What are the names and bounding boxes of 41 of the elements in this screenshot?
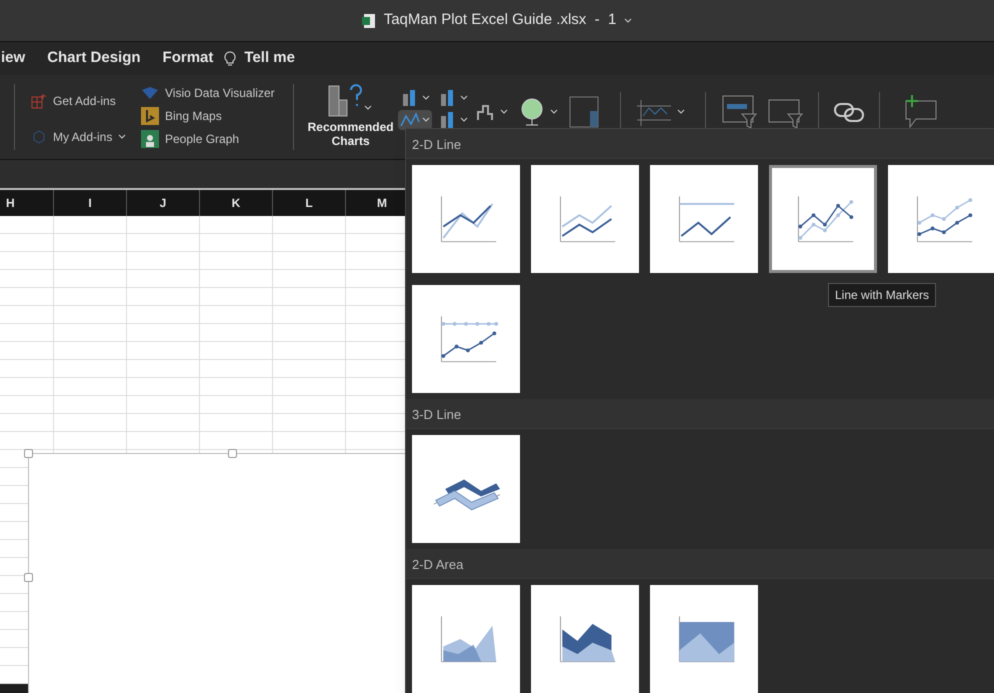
chart-thumbnail[interactable] xyxy=(769,165,877,273)
get-add-ins-button[interactable]: Get Add-ins xyxy=(31,92,131,110)
tooltip: Line with Markers xyxy=(828,283,936,307)
tell-me-button[interactable]: Tell me xyxy=(244,47,295,70)
sparkline-icon xyxy=(636,98,673,126)
chevron-icon xyxy=(422,95,430,101)
section-header: 2-D Line xyxy=(406,129,994,159)
ribbon-tab[interactable]: iew xyxy=(0,47,36,70)
chevron-icon xyxy=(676,109,685,115)
link-button[interactable] xyxy=(832,100,865,124)
sparkline-button[interactable] xyxy=(636,98,685,126)
chevron-icon xyxy=(118,134,126,140)
step-chart-icon xyxy=(476,102,496,122)
resize-handle[interactable] xyxy=(228,449,237,458)
chevron-icon xyxy=(500,109,508,115)
slicer-button[interactable] xyxy=(722,94,758,130)
link-icon xyxy=(832,100,865,124)
chevron-icon xyxy=(624,18,632,24)
add-ins-icon xyxy=(31,93,47,109)
section-header: 3-D Line xyxy=(406,399,994,429)
ribbon-tab[interactable]: Format xyxy=(152,47,224,70)
chart-type-button[interactable] xyxy=(398,110,432,130)
chevron-icon xyxy=(460,117,468,123)
chevron-icon xyxy=(550,109,558,115)
chevron-icon xyxy=(422,117,430,123)
ribbon-tab[interactable]: Chart Design xyxy=(36,47,152,70)
lightbulb-icon xyxy=(224,50,236,66)
section-header: 2-D Area xyxy=(406,549,994,579)
people-graph-icon xyxy=(141,130,159,148)
bing-maps-button[interactable]: Bing Maps xyxy=(141,107,275,125)
people-graph-button[interactable]: People Graph xyxy=(141,130,275,148)
window-title: TaqMan Plot Excel Guide .xlsx - 1 xyxy=(384,10,616,30)
chevron-icon xyxy=(460,95,468,101)
visio-button[interactable]: Visio Data Visualizer xyxy=(141,84,275,102)
chart-button[interactable] xyxy=(476,102,508,122)
resize-handle[interactable] xyxy=(24,449,33,458)
spreadsheet-file-icon xyxy=(362,12,376,28)
hexagon-icon xyxy=(31,129,47,145)
resize-handle[interactable] xyxy=(24,573,33,582)
recommended-charts-button[interactable]: Recommended Charts xyxy=(306,84,396,148)
my-add-ins-button[interactable]: My Add-ins xyxy=(31,128,131,146)
